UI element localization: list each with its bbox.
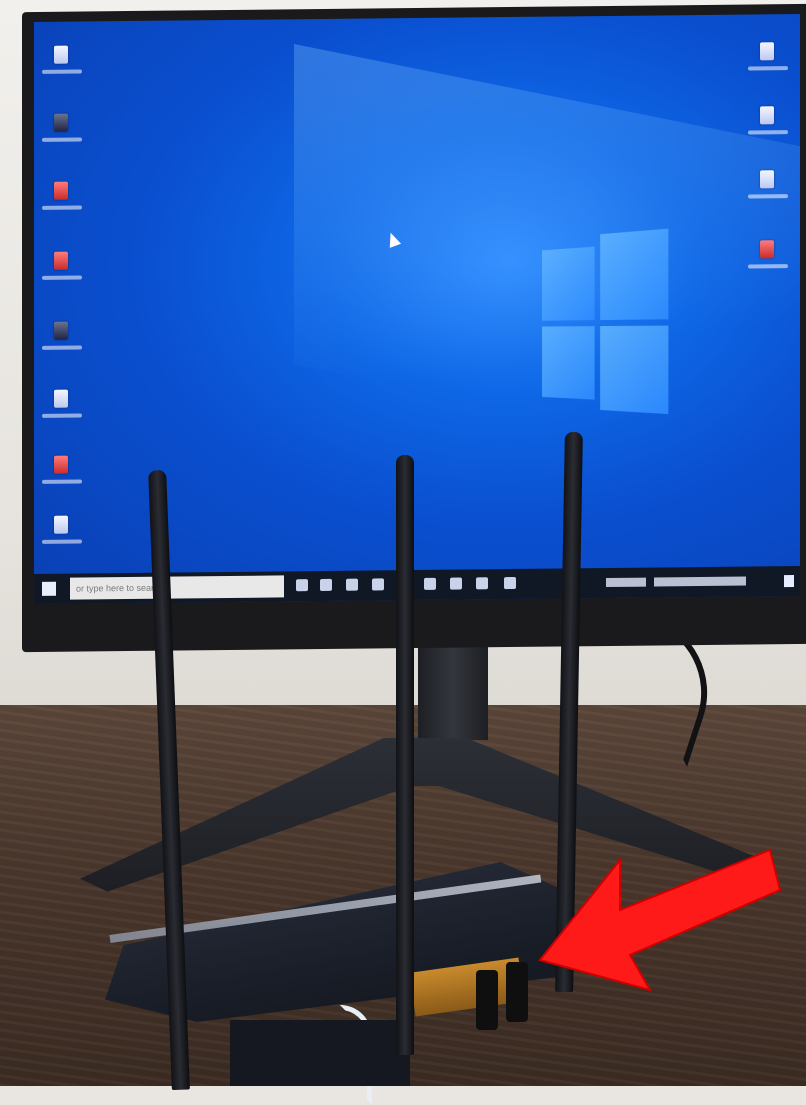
router-front (230, 1020, 410, 1086)
taskbar-app-icon[interactable] (320, 579, 332, 591)
desktop-icon[interactable] (50, 318, 72, 344)
taskbar-app-icon[interactable] (372, 578, 384, 590)
taskbar-app-icon[interactable] (346, 579, 358, 591)
desktop-icon[interactable] (756, 166, 778, 192)
notification-icon[interactable] (784, 575, 794, 587)
taskbar-app-icon[interactable] (504, 577, 516, 589)
router-antenna (396, 455, 414, 1055)
taskbar-search-input[interactable]: or type here to search (70, 575, 284, 599)
ethernet-plug (506, 962, 528, 1022)
red-arrow-shape (540, 850, 780, 990)
taskbar-app-icon[interactable] (450, 578, 462, 590)
desktop-icon[interactable] (50, 248, 72, 274)
desktop-icon[interactable] (756, 236, 778, 262)
windows-start-icon[interactable] (42, 582, 56, 596)
desktop-icon[interactable] (756, 38, 778, 64)
task-view-icon[interactable] (296, 579, 308, 591)
ethernet-plug (476, 970, 498, 1030)
system-tray-icons[interactable] (654, 577, 746, 587)
desktop-icon[interactable] (50, 42, 72, 68)
desktop-icon[interactable] (50, 110, 72, 136)
taskbar-app-icon[interactable] (476, 577, 488, 589)
monitor-bezel (34, 596, 800, 648)
desktop-icon[interactable] (50, 178, 72, 204)
desktop-icon[interactable] (50, 452, 72, 478)
taskbar-app-icon[interactable] (424, 578, 436, 590)
desktop-icon[interactable] (756, 102, 778, 128)
taskbar-clock[interactable] (744, 570, 778, 592)
desktop-icon[interactable] (50, 386, 72, 412)
system-tray-icons[interactable] (606, 578, 646, 587)
red-arrow-icon (530, 820, 790, 1000)
monitor: or type here to search (22, 4, 806, 652)
desktop-icon[interactable] (50, 512, 72, 538)
windows-logo (542, 229, 668, 414)
